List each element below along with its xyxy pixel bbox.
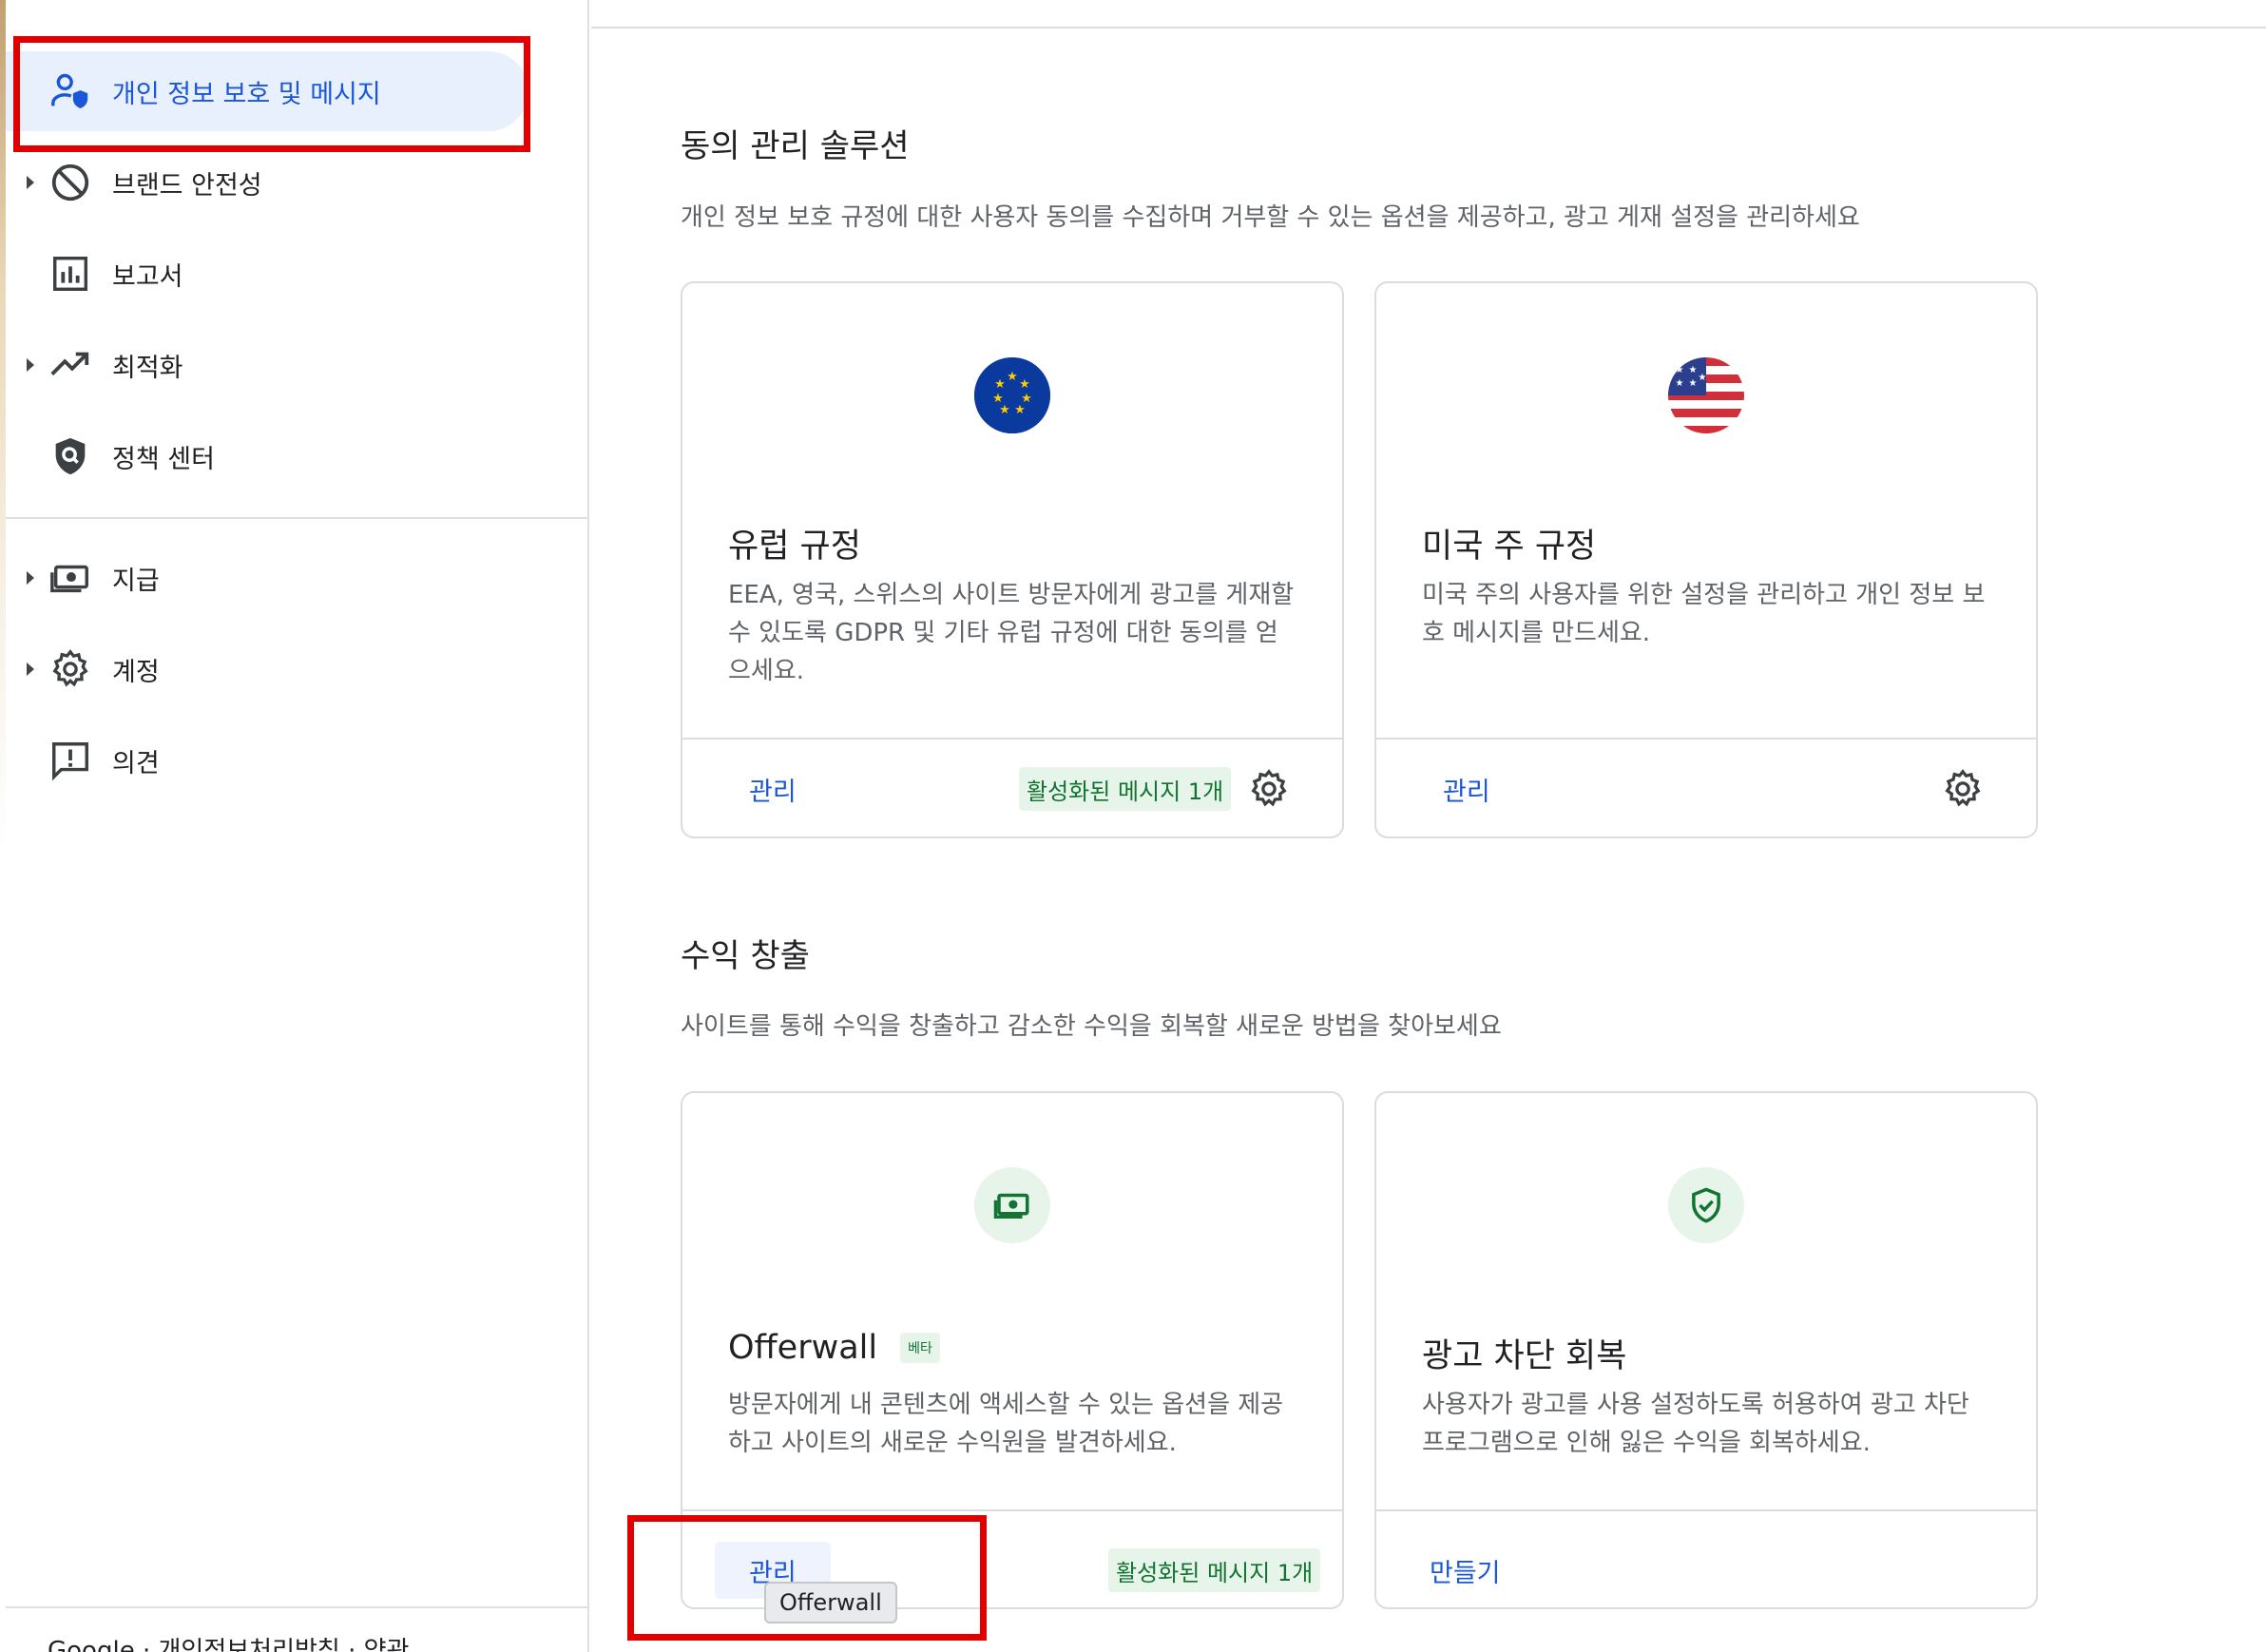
annotation-highlight-sidebar bbox=[13, 36, 530, 152]
sidebar-divider bbox=[6, 517, 587, 519]
sidebar-item-feedback[interactable]: 의견 bbox=[6, 720, 528, 800]
svg-text:★: ★ bbox=[1689, 378, 1698, 389]
card-title-row: Offerwall 베타 bbox=[728, 1329, 940, 1367]
eu-flag-icon: ★ ★ ★ ★ ★ ★ ★ bbox=[974, 357, 1050, 433]
card-title: Offerwall bbox=[728, 1329, 878, 1367]
card-divider bbox=[1376, 738, 2036, 740]
annotation-highlight-manage bbox=[627, 1515, 987, 1641]
section-title-monetization: 수익 창출 bbox=[681, 937, 810, 975]
us-flag-icon: ★ ★ ★ ★ ★ bbox=[1668, 357, 1744, 433]
expand-caret-icon[interactable] bbox=[27, 663, 34, 676]
svg-text:★: ★ bbox=[992, 392, 1004, 406]
block-icon bbox=[46, 158, 95, 207]
sidebar-item-label: 계정 bbox=[112, 657, 160, 687]
sidebar-item-brand-safety[interactable]: 브랜드 안전성 bbox=[6, 143, 528, 222]
beta-badge: 베타 bbox=[900, 1333, 940, 1363]
settings-gear-icon[interactable] bbox=[1247, 767, 1291, 811]
main-content: 동의 관리 솔루션 개인 정보 보호 규정에 대한 사용자 동의를 수집하며 거… bbox=[591, 0, 2266, 1652]
manage-button[interactable]: 관리 bbox=[1409, 760, 1525, 817]
card-description: 방문자에게 내 콘텐츠에 액세스할 수 있는 옵션을 제공하고 사이트의 새로운… bbox=[728, 1391, 1284, 1457]
card-european-regulations: ★ ★ ★ ★ ★ ★ ★ 유럽 규정 EEA, 영국, 스위스의 사이트 방문자에게 … bbox=[681, 281, 1344, 838]
svg-text:★: ★ bbox=[1007, 370, 1018, 384]
svg-text:★: ★ bbox=[1014, 403, 1026, 417]
header-divider bbox=[591, 27, 2266, 29]
expand-caret-icon[interactable] bbox=[27, 176, 34, 189]
gear-icon bbox=[46, 644, 95, 694]
svg-text:★: ★ bbox=[1676, 365, 1684, 375]
card-divider bbox=[1376, 1509, 2036, 1511]
card-title: 유럽 규정 bbox=[728, 528, 861, 566]
settings-gear-icon[interactable] bbox=[1941, 767, 1985, 811]
bar-chart-icon bbox=[46, 249, 95, 298]
payments-icon bbox=[46, 553, 95, 603]
card-description: 미국 주의 사용자를 위한 설정을 관리하고 개인 정보 보호 메시지를 만드세… bbox=[1422, 581, 1986, 647]
money-icon bbox=[974, 1167, 1050, 1243]
svg-text:★: ★ bbox=[1019, 377, 1030, 392]
svg-text:★: ★ bbox=[994, 377, 1006, 392]
section-desc-consent: 개인 정보 보호 규정에 대한 사용자 동의를 수집하며 거부할 수 있는 옵션… bbox=[681, 203, 1860, 232]
svg-text:★: ★ bbox=[1699, 373, 1707, 383]
svg-text:★: ★ bbox=[1676, 378, 1684, 389]
sidebar-item-label: 브랜드 안전성 bbox=[112, 170, 262, 201]
status-badge: 활성화된 메시지 1개 bbox=[1108, 1548, 1321, 1592]
manage-button[interactable]: 관리 bbox=[715, 760, 831, 817]
card-description: 사용자가 광고를 사용 설정하도록 허용하여 광고 차단 프로그램으로 인해 잃… bbox=[1422, 1391, 1969, 1457]
sidebar-item-payments[interactable]: 지급 bbox=[6, 538, 528, 618]
card-ad-blocking-recovery: 광고 차단 회복 사용자가 광고를 사용 설정하도록 허용하여 광고 차단 프로… bbox=[1374, 1091, 2038, 1609]
sidebar-item-policy-center[interactable]: 정책 센터 bbox=[6, 416, 528, 496]
expand-caret-icon[interactable] bbox=[27, 358, 34, 372]
card-title: 미국 주 규정 bbox=[1422, 528, 1597, 566]
section-desc-monetization: 사이트를 통해 수익을 창출하고 감소한 수익을 회복할 새로운 방법을 찾아보… bbox=[681, 1012, 1502, 1041]
status-badge: 활성화된 메시지 1개 bbox=[1019, 767, 1232, 811]
sidebar-item-account[interactable]: 계정 bbox=[6, 629, 528, 709]
sidebar: 개인 정보 보호 및 메시지 브랜드 안전성 보고서 최적화 정책 센터 지급 bbox=[0, 0, 589, 1652]
sidebar-item-label: 보고서 bbox=[112, 261, 183, 292]
create-button[interactable]: 만들기 bbox=[1409, 1542, 1522, 1599]
sidebar-item-optimization[interactable]: 최적화 bbox=[6, 325, 528, 405]
sidebar-footer-links[interactable]: Google · 개인정보처리방침 · 약관 bbox=[48, 1631, 409, 1652]
feedback-icon bbox=[46, 736, 95, 785]
card-title: 광고 차단 회복 bbox=[1422, 1337, 1627, 1375]
card-divider bbox=[682, 1509, 1342, 1511]
sidebar-item-label: 정책 센터 bbox=[112, 444, 215, 474]
shield-check-icon bbox=[1668, 1167, 1744, 1243]
trending-up-icon bbox=[46, 340, 95, 390]
svg-text:★: ★ bbox=[1689, 365, 1698, 375]
sidebar-item-label: 지급 bbox=[112, 566, 160, 596]
card-divider bbox=[682, 738, 1342, 740]
card-description: EEA, 영국, 스위스의 사이트 방문자에게 광고를 게재할 수 있도록 GD… bbox=[728, 581, 1295, 685]
sidebar-divider bbox=[6, 1606, 587, 1608]
section-title-consent: 동의 관리 솔루션 bbox=[681, 127, 910, 165]
shield-search-icon bbox=[46, 432, 95, 481]
sidebar-item-label: 의견 bbox=[112, 748, 160, 778]
sidebar-item-reports[interactable]: 보고서 bbox=[6, 234, 528, 314]
expand-caret-icon[interactable] bbox=[27, 571, 34, 585]
card-us-state-regulations: ★ ★ ★ ★ ★ 미국 주 규정 미국 주의 사용자를 위한 설정을 관리하고 개… bbox=[1374, 281, 2038, 838]
sidebar-item-label: 최적화 bbox=[112, 353, 183, 383]
